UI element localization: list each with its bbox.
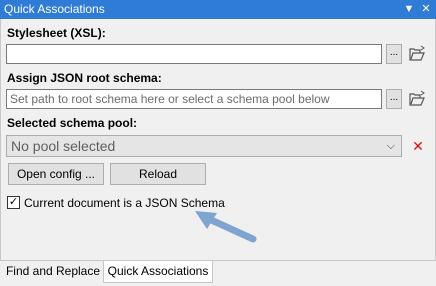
chevron-down-icon: ⌵ [386, 140, 395, 152]
tab-quick-associations[interactable]: Quick Associations [103, 261, 213, 283]
schema-pool-label: Selected schema pool: [7, 116, 138, 130]
schema-pool-dropdown[interactable]: No pool selected ⌵ [6, 135, 402, 157]
stylesheet-browse-button[interactable]: ... [386, 44, 402, 64]
panel-title: Quick Associations [4, 2, 105, 16]
open-folder-icon[interactable] [408, 90, 426, 108]
json-schema-checkbox[interactable]: ✓ [7, 196, 20, 209]
panel-menu-icon[interactable]: ▼ [402, 1, 416, 17]
root-schema-browse-button[interactable]: ... [386, 89, 402, 109]
panel-close-icon[interactable]: ✕ [419, 1, 433, 17]
stylesheet-input[interactable] [6, 44, 382, 64]
reload-button[interactable]: Reload [110, 163, 206, 185]
tab-find-and-replace[interactable]: Find and Replace [3, 261, 103, 283]
root-schema-input[interactable]: Set path to root schema here or select a… [6, 89, 382, 109]
root-schema-label: Assign JSON root schema: [7, 71, 162, 85]
schema-pool-selected: No pool selected [11, 138, 116, 154]
clear-pool-icon[interactable]: ✕ [411, 139, 425, 153]
stylesheet-label: Stylesheet (XSL): [7, 26, 106, 40]
open-folder-icon[interactable] [408, 45, 426, 63]
panel-titlebar: Quick Associations ▼ ✕ [0, 0, 436, 19]
bottom-tab-bar: Find and Replace Quick Associations [0, 260, 436, 286]
quick-associations-panel: Stylesheet (XSL): ... Assign JSON root s… [0, 19, 436, 260]
arrow-annotation [195, 211, 257, 243]
open-config-button[interactable]: Open config ... [8, 163, 104, 185]
